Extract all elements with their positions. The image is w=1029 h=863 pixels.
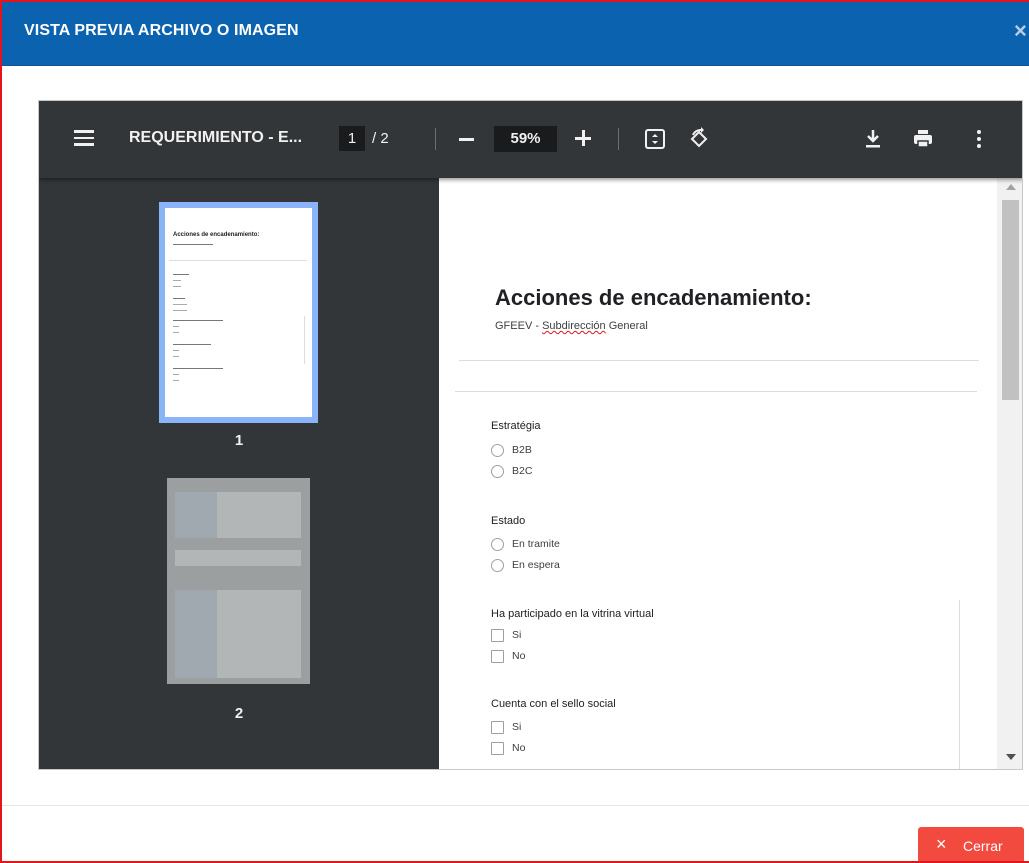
download-icon[interactable] — [861, 127, 885, 151]
divider — [459, 360, 979, 361]
page-count: / 2 — [372, 130, 389, 147]
checkbox[interactable] — [491, 742, 504, 755]
page-number-input[interactable]: 1 — [339, 126, 365, 151]
document-page: Acciones de encadenamiento: GFEEV - Subd… — [439, 178, 997, 769]
document-title: Acciones de encadenamiento: — [495, 285, 812, 310]
thumbnail-page-2[interactable] — [167, 478, 310, 684]
divider — [959, 600, 960, 769]
scrollbar-thumb[interactable] — [1002, 200, 1019, 400]
thumbnail-sidebar: Acciones de encadenamiento: 1 2 — [39, 178, 439, 769]
option-label: Si — [512, 721, 522, 733]
radio-button[interactable] — [491, 538, 504, 551]
thumbnail-line — [173, 310, 187, 311]
zoom-input[interactable]: 59% — [494, 126, 557, 152]
option-label: Si — [512, 629, 522, 641]
thumbnail-line — [173, 244, 213, 245]
rotate-icon[interactable] — [687, 127, 711, 151]
thumbnail-line — [173, 368, 223, 369]
question-label: Estado — [491, 515, 526, 527]
pdf-toolbar: REQUERIMIENTO - E... 1 / 2 59% — [39, 101, 1022, 178]
question-label: Estratégia — [491, 420, 541, 432]
thumbnail-line — [173, 286, 181, 287]
radio-button[interactable] — [491, 465, 504, 478]
toolbar-divider — [435, 128, 436, 150]
fit-page-icon[interactable] — [643, 127, 667, 151]
modal-header: VISTA PREVIA ARCHIVO O IMAGEN × — [2, 2, 1029, 66]
option-label: No — [512, 650, 526, 662]
thumbnail-title: Acciones de encadenamiento: — [173, 232, 260, 238]
thumbnail-line — [173, 304, 187, 305]
thumbnail-line — [173, 374, 179, 375]
close-icon: × — [936, 834, 947, 854]
file-title: REQUERIMIENTO - E... — [129, 129, 303, 146]
thumbnail-line — [173, 274, 189, 275]
close-button-label: Cerrar — [963, 838, 1003, 854]
subtitle-link: Subdirección — [542, 320, 606, 332]
scroll-up-icon[interactable] — [1006, 184, 1016, 190]
option-label: No — [512, 742, 526, 754]
thumbnail-line — [173, 326, 179, 327]
question-label: Cuenta con el sello social — [491, 698, 616, 710]
close-icon[interactable]: × — [1014, 18, 1027, 44]
document-subtitle: GFEEV - Subdirección General — [495, 320, 648, 332]
thumbnail-page-1[interactable]: Acciones de encadenamiento: — [159, 202, 318, 423]
close-button[interactable]: × Cerrar — [918, 827, 1024, 861]
question-label: Ha participado en la vitrina virtual — [491, 608, 654, 620]
document-area[interactable]: Acciones de encadenamiento: GFEEV - Subd… — [439, 178, 1022, 769]
divider — [455, 391, 977, 392]
footer-divider — [2, 805, 1029, 806]
modal-title: VISTA PREVIA ARCHIVO O IMAGEN — [24, 22, 299, 39]
thumbnail-line — [173, 298, 185, 299]
thumbnail-label-2: 2 — [234, 705, 244, 722]
vertical-scrollbar[interactable] — [997, 178, 1022, 769]
thumbnail-line — [173, 380, 179, 381]
toolbar-divider — [618, 128, 619, 150]
option-label: En tramite — [512, 538, 560, 550]
thumbnail-line — [169, 260, 307, 261]
thumbnail-line — [173, 350, 179, 351]
option-label: B2C — [512, 465, 533, 477]
radio-button[interactable] — [491, 559, 504, 572]
thumbnail-line — [304, 316, 305, 364]
option-label: B2B — [512, 444, 532, 456]
thumbnail-table — [175, 550, 301, 566]
thumbnail-line — [173, 280, 181, 281]
pdf-viewer: REQUERIMIENTO - E... 1 / 2 59% Acciones … — [38, 100, 1023, 770]
zoom-out-icon[interactable] — [459, 138, 474, 141]
subtitle-suffix: General — [605, 320, 648, 332]
checkbox[interactable] — [491, 650, 504, 663]
checkbox[interactable] — [491, 721, 504, 734]
thumbnail-line — [173, 320, 223, 321]
radio-button[interactable] — [491, 444, 504, 457]
thumbnail-line — [173, 332, 179, 333]
thumbnail-table-column — [175, 590, 217, 678]
thumbnail-line — [173, 344, 211, 345]
subtitle-prefix: GFEEV - — [495, 320, 543, 332]
scroll-down-icon[interactable] — [1006, 754, 1016, 760]
checkbox[interactable] — [491, 629, 504, 642]
thumbnail-page-1-preview: Acciones de encadenamiento: — [165, 208, 312, 417]
zoom-in-icon[interactable] — [575, 128, 592, 148]
preview-modal: VISTA PREVIA ARCHIVO O IMAGEN × REQUERIM… — [0, 0, 1029, 863]
thumbnail-table-column — [175, 492, 217, 538]
more-options-icon[interactable] — [967, 127, 991, 151]
thumbnail-line — [173, 356, 179, 357]
print-icon[interactable] — [911, 127, 935, 151]
thumbnail-label-1: 1 — [234, 432, 244, 449]
menu-icon[interactable] — [74, 130, 94, 146]
option-label: En espera — [512, 559, 560, 571]
